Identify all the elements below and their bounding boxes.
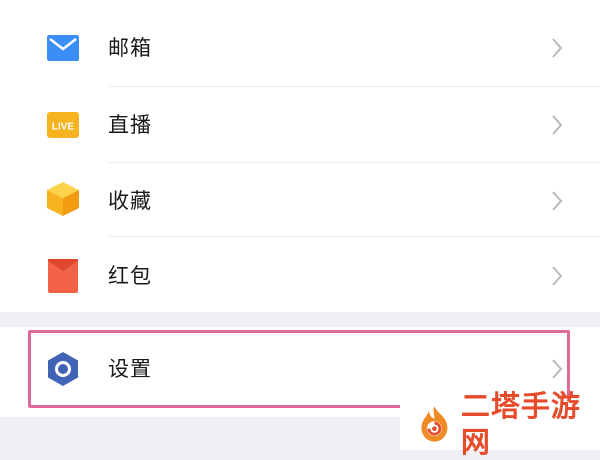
mail-icon	[45, 30, 81, 66]
menu-item-live[interactable]: LIVE 直播	[0, 87, 600, 163]
chevron-right-icon	[552, 38, 563, 58]
watermark-text: 二塔手游网	[460, 389, 581, 459]
menu-item-label: 红包	[108, 264, 152, 288]
settings-hex-icon	[45, 351, 81, 387]
red-envelope-icon	[45, 258, 81, 294]
watermark: 二塔手游网	[400, 389, 600, 459]
chevron-right-icon	[552, 266, 563, 286]
menu-item-red-envelope[interactable]: 红包	[0, 238, 600, 314]
menu-item-favorites[interactable]: 收藏	[0, 163, 600, 239]
divider	[108, 236, 600, 237]
live-badge-text: LIVE	[52, 122, 75, 133]
chevron-right-icon	[552, 359, 563, 379]
chevron-right-icon	[552, 191, 563, 211]
menu-item-label: 邮箱	[108, 36, 152, 60]
live-icon: LIVE	[45, 107, 81, 143]
menu-item-mail[interactable]: 邮箱	[0, 10, 600, 86]
menu-item-label: 收藏	[108, 189, 152, 213]
menu-item-label: 直播	[108, 113, 152, 137]
chevron-right-icon	[552, 115, 563, 135]
cube-icon	[45, 181, 81, 217]
watermark-logo-icon	[421, 406, 448, 442]
menu-item-label: 设置	[108, 357, 152, 381]
